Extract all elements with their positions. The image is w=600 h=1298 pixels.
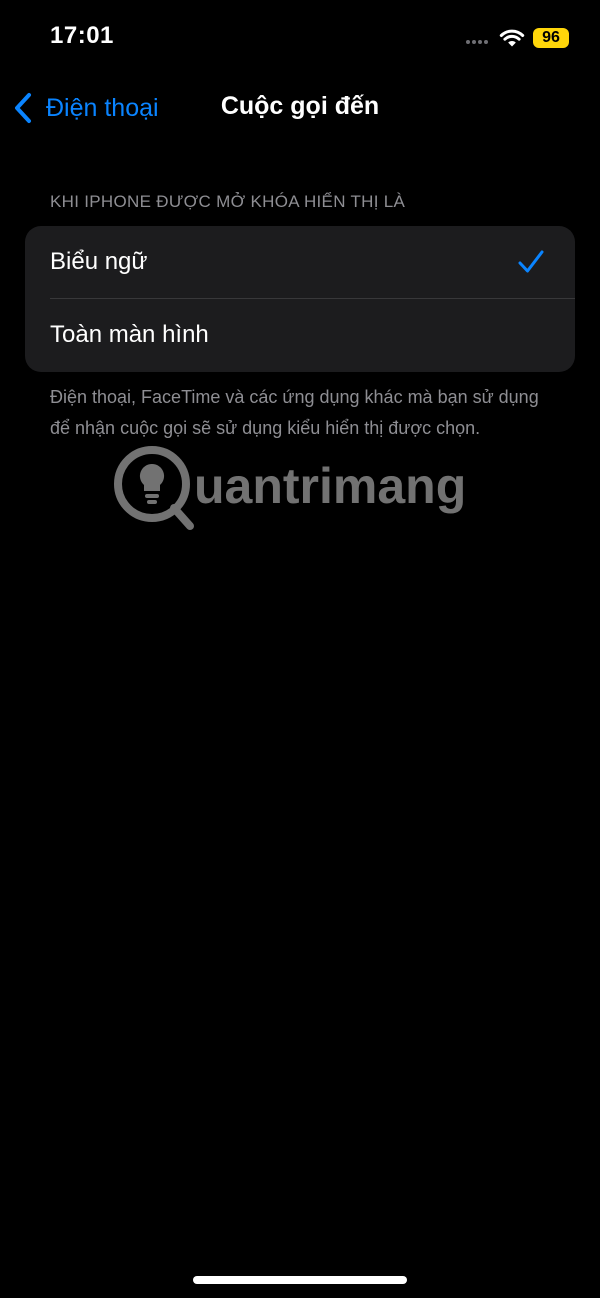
back-button-label: Điện thoại — [46, 93, 159, 122]
option-label: Toàn màn hình — [50, 321, 209, 348]
lightbulb-logo-icon — [114, 446, 194, 530]
status-bar: 17:01 96 — [0, 0, 600, 80]
navigation-bar: Cuộc gọi đến Điện thoại — [0, 80, 600, 136]
signal-dots-icon — [466, 40, 488, 44]
section-header: KHI IPHONE ĐƯỢC MỞ KHÓA HIỂN THỊ LÀ — [50, 192, 406, 211]
option-full-screen[interactable]: Toàn màn hình — [25, 299, 575, 371]
watermark-text: uantrimang — [194, 458, 466, 514]
wifi-icon — [499, 29, 525, 47]
back-button[interactable]: Điện thoại — [12, 90, 159, 126]
home-indicator[interactable] — [193, 1276, 407, 1284]
chevron-left-icon — [15, 93, 31, 123]
status-time: 17:01 — [50, 22, 114, 49]
option-banner[interactable]: Biểu ngữ — [25, 226, 575, 299]
battery-badge: 96 — [533, 28, 569, 48]
watermark-logo: uantrimang — [114, 446, 466, 530]
checkmark-icon — [518, 250, 544, 273]
section-footer: Điện thoại, FaceTime và các ứng dụng khá… — [50, 387, 539, 438]
option-label: Biểu ngữ — [50, 248, 148, 275]
options-group: Biểu ngữ Toàn màn hình — [25, 226, 575, 372]
